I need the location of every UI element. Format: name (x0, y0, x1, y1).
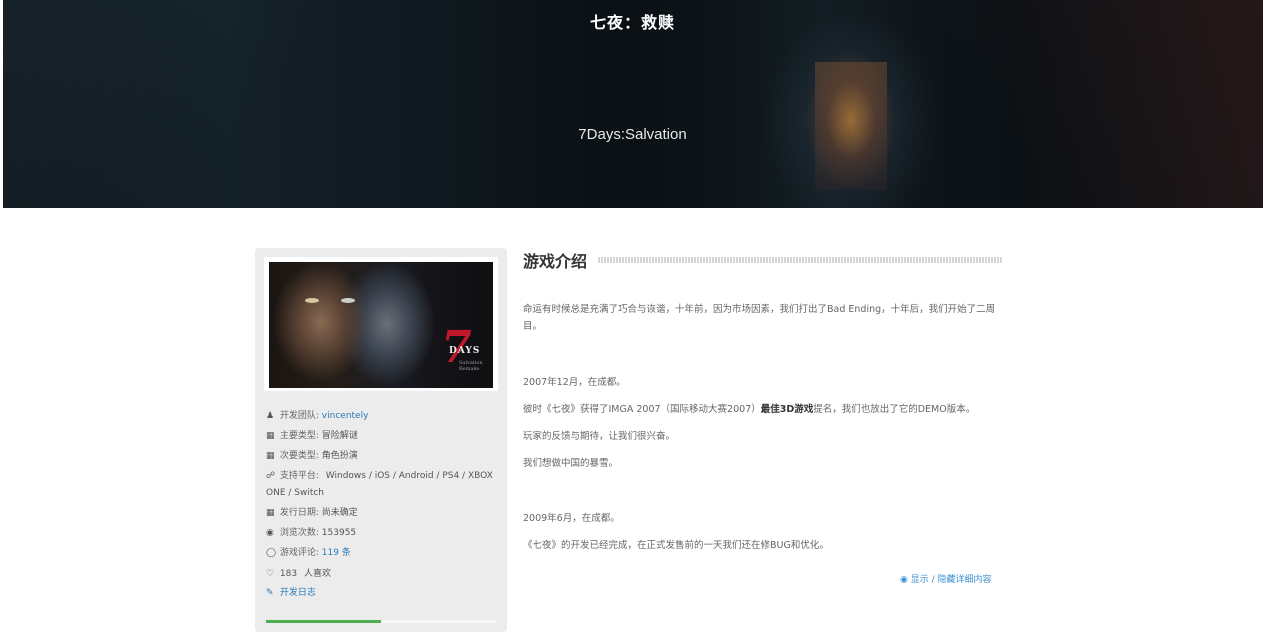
cover-eye-left (305, 298, 319, 303)
info-label: 浏览次数: (279, 528, 319, 538)
info-label: 主要类型: (279, 431, 319, 441)
intro-paragraph: 2007年12月，在成都。 (523, 377, 626, 388)
intro-title: 游戏介绍 (523, 252, 588, 271)
grid-icon: ▦ (266, 431, 275, 441)
info-row-platform-cont: ONE / Switch (266, 487, 502, 499)
info-row-release: ▦ 发行日期: 尚未确定 (266, 507, 502, 519)
info-label: 开发团队: (279, 411, 319, 421)
team-icon: ♟ (266, 411, 275, 421)
cover-logo-sub: Salvation Remake (459, 360, 483, 372)
info-row-main-type: ▦ 主要类型: 冒险解谜 (266, 430, 502, 442)
likes-count: 183 (279, 569, 298, 579)
info-label: 发行日期: (279, 508, 319, 518)
toggle-details-label: 显示 / 隐藏详细内容 (910, 575, 992, 585)
info-label: 支持平台: (279, 471, 319, 481)
intro-text: 彼时《七夜》获得了IMGA 2007（国际移动大赛2007） (523, 404, 761, 415)
devlog-link[interactable]: 开发日志 (280, 588, 316, 598)
platform-icon: ☍ (266, 471, 276, 481)
cover-logo-text: DAYS (449, 346, 481, 356)
comments-link[interactable]: 119 条 (322, 548, 351, 558)
game-subtitle: 7Days:Salvation (578, 126, 687, 143)
cover-frame: 7 DAYS Salvation Remake (264, 257, 498, 391)
eye-icon: ◉ (266, 528, 274, 538)
likes-suffix: 人喜欢 (303, 569, 331, 579)
cover-image[interactable]: 7 DAYS Salvation Remake (269, 262, 493, 388)
calendar-icon: ▦ (266, 508, 275, 518)
game-info-card: 7 DAYS Salvation Remake ♟ 开发团队: vincente… (255, 248, 507, 632)
intro-highlight: 最佳3D游戏 (760, 404, 814, 415)
info-row-sub-type: ▦ 次要类型: 角色扮演 (266, 450, 502, 462)
release-value: 尚未确定 (321, 508, 358, 518)
intro-paragraph: 《七夜》的开发已经完成，在正式发售前的一天我们还在修BUG和优化。 (523, 540, 829, 551)
main-type-value: 冒险解谜 (321, 431, 358, 441)
info-row-devlog[interactable]: ✎ 开发日志 (266, 587, 502, 599)
edit-icon: ✎ (266, 588, 274, 598)
intro-paragraph: 玩家的反馈与期待，让我们很兴奋。 (523, 431, 676, 442)
title-divider (598, 257, 1002, 263)
intro-text: 提名，我们也放出了它的DEMO版本。 (813, 404, 976, 415)
info-row-team: ♟ 开发团队: vincentely (266, 410, 502, 422)
dev-progress-fill (266, 620, 381, 623)
info-label: 游戏评论: (279, 548, 319, 558)
intro-paragraph: 彼时《七夜》获得了IMGA 2007（国际移动大赛2007）最佳3D游戏提名，我… (523, 401, 1003, 418)
team-link[interactable]: vincentely (322, 411, 369, 421)
platform-value-cont: ONE / Switch (266, 488, 325, 498)
dev-progress-bar (266, 620, 496, 623)
eye-icon: ◉ (900, 575, 908, 585)
info-row-likes[interactable]: ♡ 183 人喜欢 (266, 568, 502, 580)
game-title: 七夜：救赎 (589, 13, 675, 32)
heart-icon[interactable]: ♡ (266, 568, 277, 580)
info-row-platform: ☍ 支持平台: Windows / iOS / Android / PS4 / … (266, 470, 502, 482)
intro-paragraph: 2009年6月，在成都。 (523, 513, 620, 524)
intro-paragraph: 命运有时候总是充满了巧合与诙谐，十年前，因为市场因素，我们打出了Bad Endi… (523, 304, 996, 332)
info-row-views: ◉ 浏览次数: 153955 (266, 527, 502, 539)
views-value: 153955 (321, 528, 357, 538)
info-row-comments: ◯ 游戏评论: 119 条 (266, 547, 502, 559)
sub-type-value: 角色扮演 (321, 451, 358, 461)
toggle-details-button[interactable]: ◉ 显示 / 隐藏详细内容 (900, 572, 992, 585)
intro-paragraph: 我们想做中国的暴雪。 (523, 458, 619, 469)
comment-icon: ◯ (266, 548, 277, 558)
grid-icon: ▦ (266, 451, 275, 461)
info-label: 次要类型: (279, 451, 319, 461)
platform-value: Windows / iOS / Android / PS4 / XBOX (325, 471, 493, 481)
cover-eye-right (341, 298, 355, 303)
